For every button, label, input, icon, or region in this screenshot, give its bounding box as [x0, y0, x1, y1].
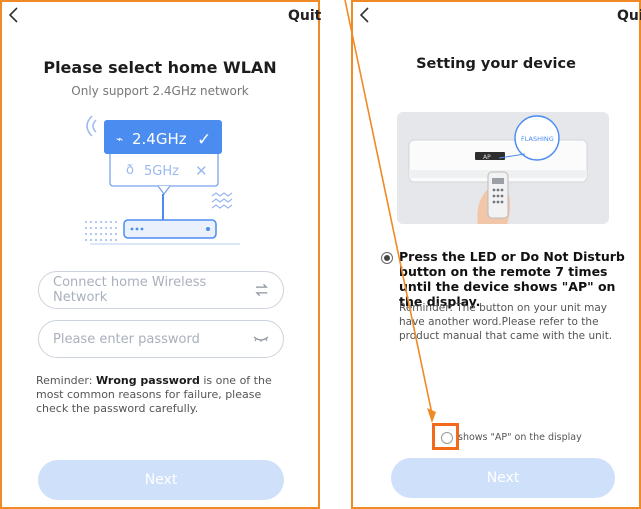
- swap-arrows-icon[interactable]: [254, 283, 269, 297]
- confirm-radio[interactable]: [441, 432, 453, 444]
- password-reminder: Reminder: Wrong password is one of the m…: [36, 374, 290, 416]
- back-arrow-icon[interactable]: [357, 6, 373, 24]
- instruction-text: Press the LED or Do Not Disturb button o…: [399, 249, 625, 309]
- reminder-emphasis: Wrong password: [95, 374, 200, 387]
- reminder-prefix: Reminder:: [36, 374, 96, 387]
- quit-button[interactable]: Quit: [288, 8, 321, 24]
- step-radio-selected: [381, 252, 393, 264]
- wifi-5ghz-icon: ð: [126, 163, 134, 178]
- device-setup-screen: Quit Setting your device AP FLASHING Pre…: [351, 0, 641, 509]
- wifi-24ghz-icon: ⌁: [116, 132, 123, 146]
- air-conditioner-illustration: AP FLASHING: [397, 112, 609, 224]
- band-24ghz-label: 2.4GHz: [132, 130, 187, 148]
- page-title: Setting your device: [416, 56, 576, 72]
- next-button[interactable]: Next: [391, 458, 615, 498]
- password-field[interactable]: Please enter password: [38, 320, 284, 358]
- band-5ghz-label: 5GHz: [144, 164, 179, 179]
- device-reminder: Reminder: The button on your unit may ha…: [399, 302, 613, 342]
- flashing-label: FLASHING: [521, 135, 554, 143]
- password-field-placeholder: Please enter password: [53, 331, 200, 347]
- router-illustration: ð 5GHz ✕ ⌁ 2.4GHz ✓: [85, 115, 240, 245]
- next-button[interactable]: Next: [38, 460, 284, 500]
- back-arrow-icon[interactable]: [6, 6, 22, 24]
- svg-text:AP: AP: [483, 154, 491, 161]
- wlan-select-screen: Quit Please select home WLAN Only suppor…: [0, 0, 321, 509]
- supported-check-icon: ✓: [197, 130, 211, 150]
- network-field[interactable]: Connect home Wireless Network: [38, 271, 284, 309]
- page-title: Please select home WLAN: [43, 58, 277, 77]
- quit-button[interactable]: Quit: [617, 8, 641, 24]
- hide-password-icon[interactable]: [253, 334, 269, 344]
- confirm-label[interactable]: shows "AP" on the display: [458, 432, 582, 443]
- unsupported-x-icon: ✕: [195, 162, 208, 180]
- page-subtitle: Only support 2.4GHz network: [71, 84, 249, 98]
- network-field-placeholder: Connect home Wireless Network: [53, 275, 207, 305]
